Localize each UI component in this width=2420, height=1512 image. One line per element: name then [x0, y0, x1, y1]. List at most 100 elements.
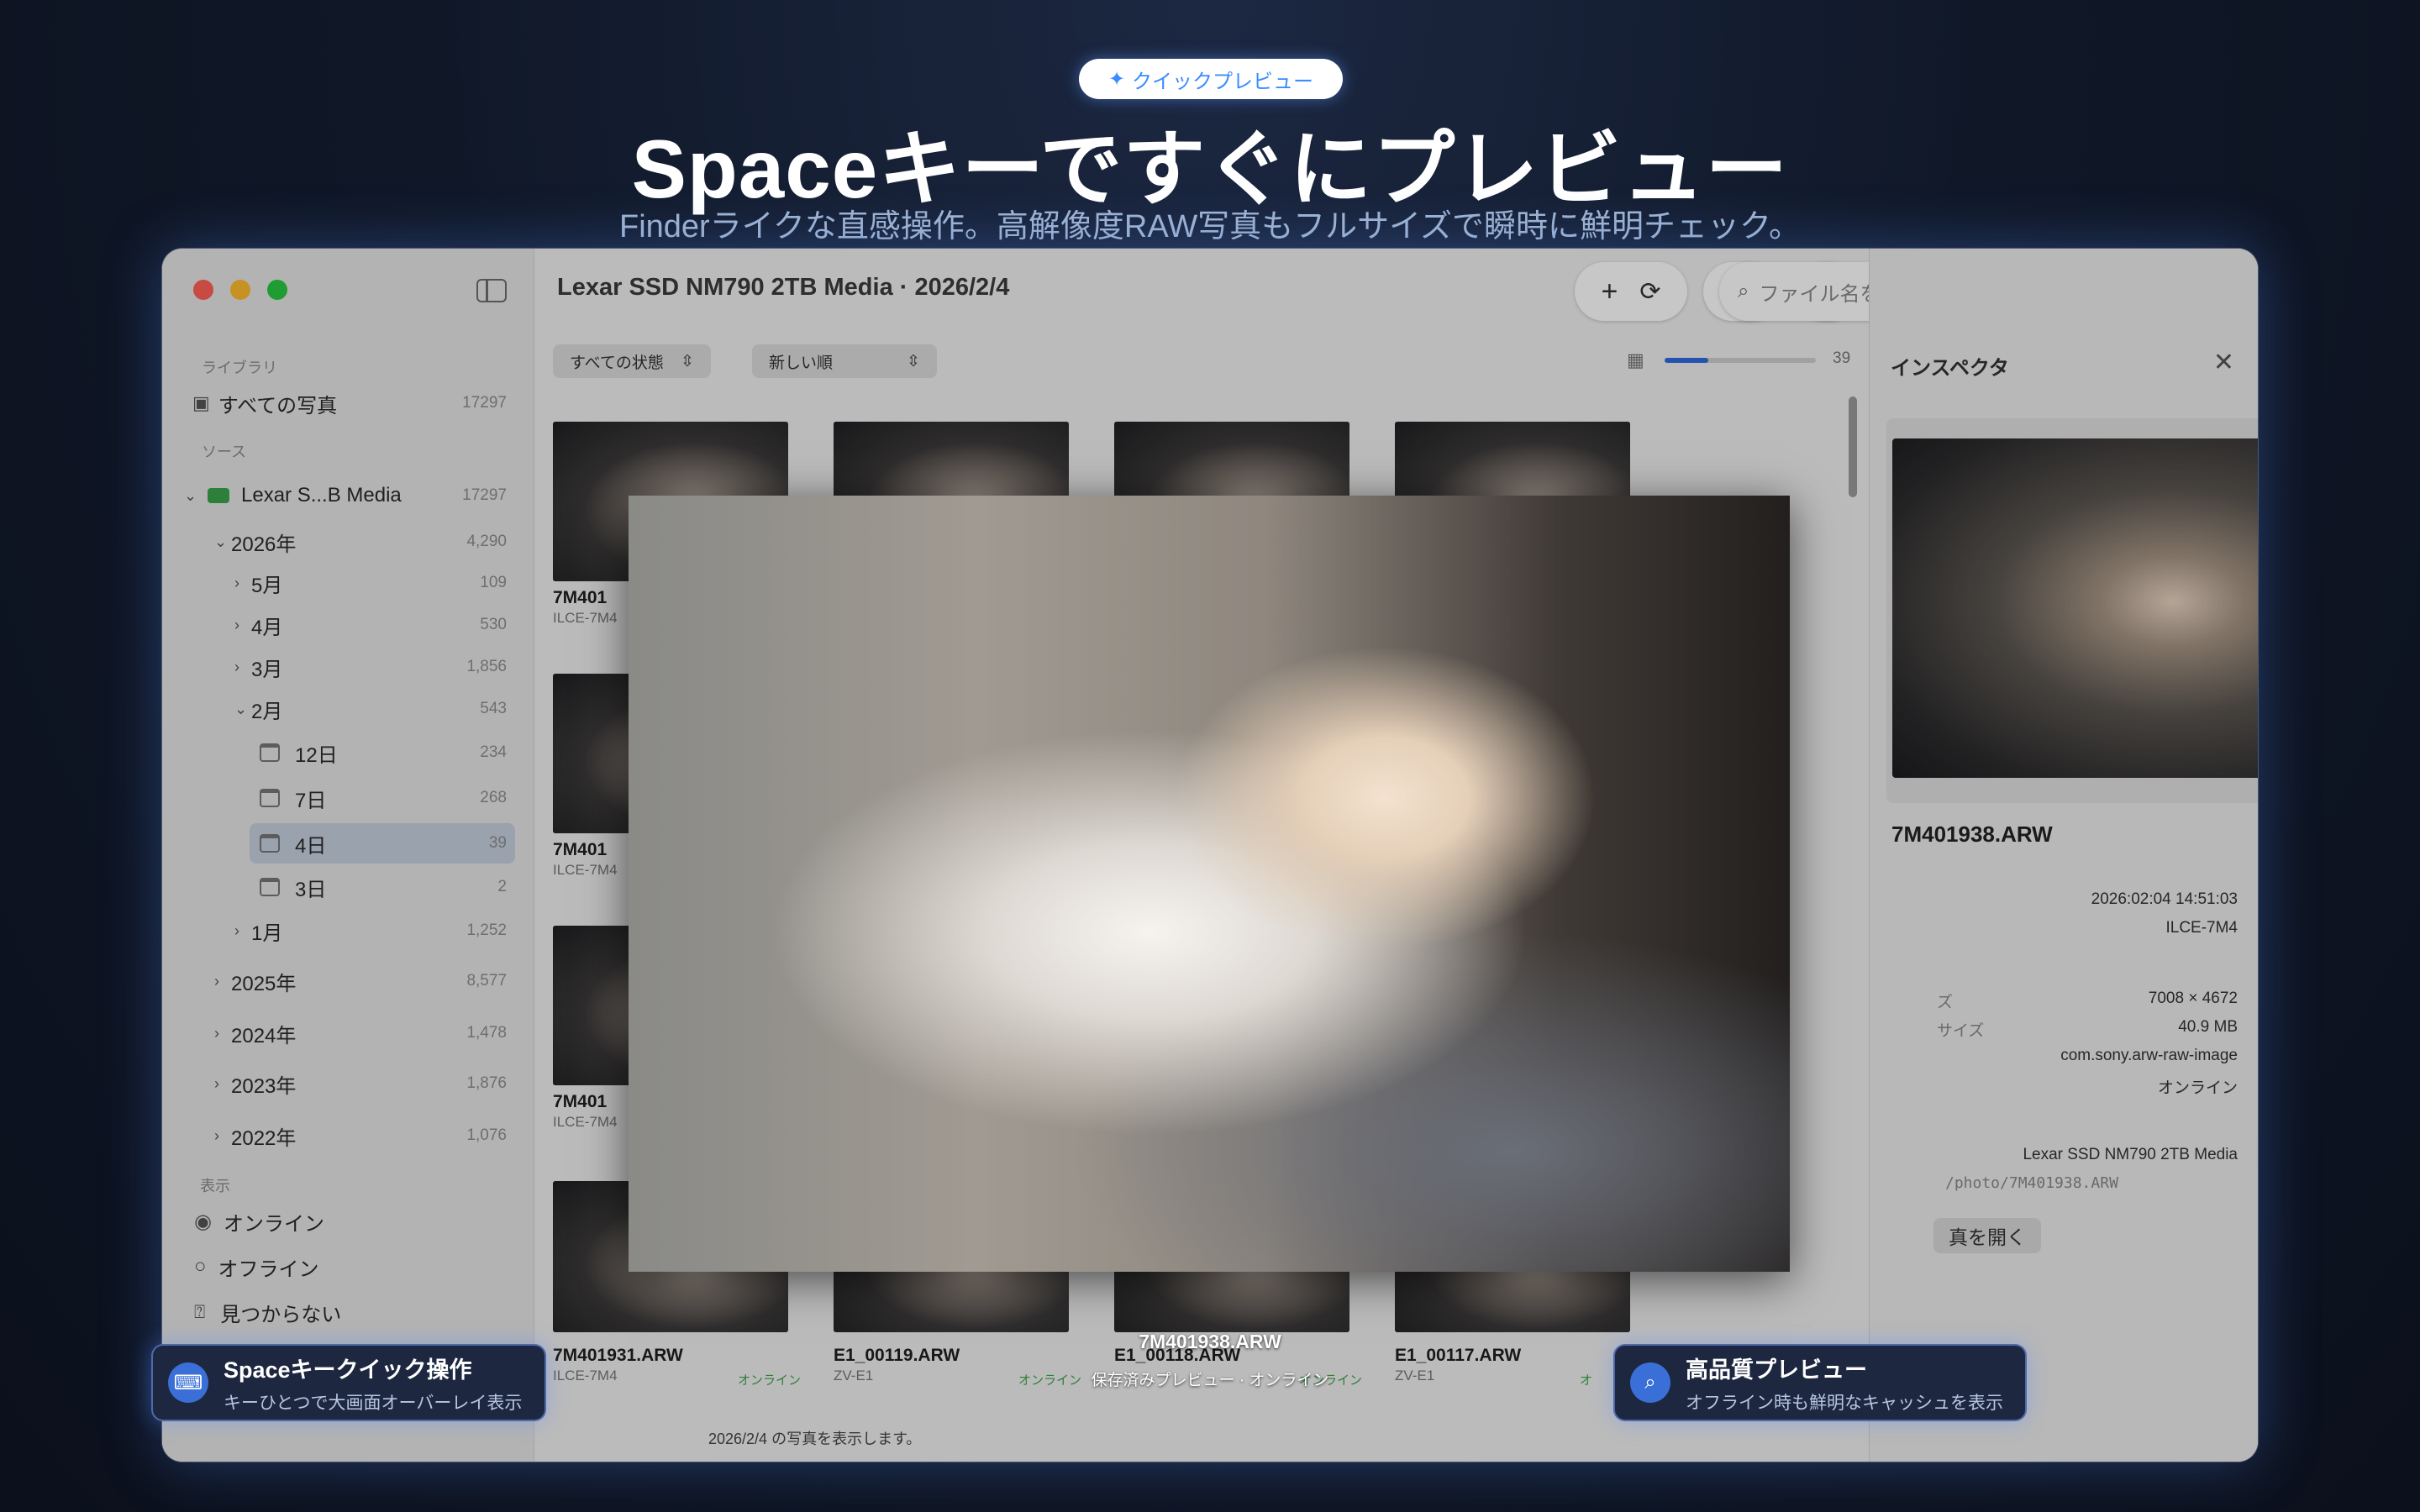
grid-icon: ▦	[1627, 349, 1644, 370]
status-online-badge: オ	[1580, 1373, 1593, 1388]
photo-filename: 7M401931.ARW	[553, 1346, 683, 1365]
sidebar-item-day-12[interactable]: 12日 234	[181, 732, 515, 773]
sidebar-item-day-3[interactable]: 3日 2	[181, 867, 515, 907]
chevron-right-icon: ›	[214, 972, 219, 990]
window-title: Lexar SSD NM790 2TB Media · 2026/2/4	[557, 274, 1010, 301]
sidebar-item-day-4[interactable]: 4日 39	[250, 823, 515, 864]
dimensions-label: ズ	[1937, 994, 1954, 1011]
sidebar-item-day-7[interactable]: 7日 268	[181, 778, 515, 818]
section-sources-label: ソース	[202, 444, 247, 460]
photo-filename: E1_00117.ARW	[1395, 1346, 1522, 1365]
chevron-right-icon: ›	[214, 1074, 219, 1092]
sidebar-item-year-2025[interactable]: › 2025年 8,577	[181, 961, 515, 1001]
refresh-icon[interactable]: ⟳	[1639, 277, 1660, 307]
inspector-uti: com.sony.arw-raw-image	[2060, 1047, 2238, 1064]
sidebar-item-month-3[interactable]: › 3月 1,856	[181, 647, 515, 687]
photo-camera: ILCE-7M4	[553, 1114, 618, 1130]
inspector-filename: 7M401938.ARW	[1891, 822, 2053, 847]
sidebar-item-month-4[interactable]: › 4月 530	[181, 605, 515, 645]
sparkle-icon: ✦	[1107, 67, 1126, 91]
inspector-filesize: 40.9 MB	[2178, 1018, 2238, 1036]
inspector-date: 2026:02:04 14:51:03	[2091, 890, 2238, 908]
inspector-volume: Lexar SSD NM790 2TB Media	[2023, 1146, 2238, 1163]
chevron-down-icon: ⌄	[184, 486, 197, 504]
quicklook-photo	[629, 496, 1790, 1272]
scrollbar[interactable]	[1849, 396, 1857, 497]
callout-space-key: ⌨ Spaceキークイック操作 キーひとつで大画面オーバーレイ表示	[151, 1344, 546, 1421]
sidebar-item-all-photos[interactable]: ▣ すべての写真 17297	[181, 383, 515, 423]
chevron-down-icon: ⌄	[214, 533, 228, 550]
calendar-icon	[260, 878, 280, 896]
status-online-badge: オンライン	[738, 1373, 802, 1388]
magnifier-icon: ⌕	[1630, 1362, 1670, 1403]
search-icon: ⌕	[1738, 280, 1749, 302]
calendar-icon	[260, 789, 280, 807]
chevron-right-icon: ›	[214, 1126, 219, 1144]
thumbnail-size-slider[interactable]	[1665, 358, 1816, 363]
filter-missing[interactable]: ⍰ 見つからない	[181, 1292, 515, 1332]
sidebar-toggle-icon[interactable]	[476, 279, 507, 302]
callout-hq-preview: ⌕ 高品質プレビュー オフライン時も鮮明なキャッシュを表示	[1613, 1344, 2027, 1421]
zoom-window-button[interactable]	[267, 280, 287, 300]
checkmark-circle-icon: ◉	[194, 1210, 212, 1233]
inspector-camera: ILCE-7M4	[2165, 919, 2238, 937]
sidebar: ライブラリ ▣ すべての写真 17297 ソース ⌄ Lexar S...B M…	[162, 249, 534, 1462]
state-filter-select[interactable]: すべての状態 ⇳	[553, 344, 711, 378]
hero-badge: ✦ クイックプレビュー	[1079, 59, 1343, 99]
photo-camera: ZV-E1	[834, 1368, 874, 1383]
open-photo-button[interactable]: 真を開く	[1933, 1218, 2041, 1253]
sidebar-item-month-2[interactable]: ⌄ 2月 543	[181, 689, 515, 729]
close-icon[interactable]: ✕	[2213, 348, 2234, 377]
minimize-window-button[interactable]	[230, 280, 250, 300]
filesize-label: サイズ	[1937, 1022, 1985, 1040]
inspector-panel: インスペクタ ✕ ✕ 7M401938.ARW 2026:02:04 14:51…	[1869, 249, 2258, 1462]
section-display-label: 表示	[200, 1178, 230, 1194]
status-bar: 2026/2/4 の写真を表示します。	[708, 1431, 922, 1447]
photo-camera: ZV-E1	[1395, 1368, 1435, 1383]
chevron-right-icon: ›	[234, 921, 239, 939]
close-window-button[interactable]	[193, 280, 213, 300]
drive-icon	[208, 488, 229, 503]
sidebar-item-month-5[interactable]: › 5月 109	[181, 563, 515, 603]
inspector-title: インスペクタ	[1891, 357, 2009, 380]
inspector-dimensions: 7008 × 4672	[2148, 990, 2238, 1007]
section-library-label: ライブラリ	[202, 360, 277, 376]
photo-filename: E1_00119.ARW	[834, 1346, 960, 1365]
filter-offline[interactable]: ○ オフライン	[181, 1247, 515, 1287]
photos-icon: ▣	[192, 392, 210, 413]
photo-camera: ILCE-7M4	[553, 862, 618, 878]
inspector-preview-image	[1892, 438, 2258, 778]
chevron-right-icon: ›	[234, 574, 239, 591]
sort-select[interactable]: 新しい順 ⇳	[752, 344, 937, 378]
keyboard-icon: ⌨	[168, 1362, 208, 1403]
updown-chevron-icon: ⇳	[681, 352, 694, 370]
sidebar-item-year-2026[interactable]: ⌄ 2026年 4,290	[181, 522, 515, 562]
photo-filename: 7M401	[553, 588, 608, 607]
sidebar-item-month-1[interactable]: › 1月 1,252	[181, 911, 515, 951]
photo-filename: 7M401	[553, 840, 608, 859]
photo-camera: ILCE-7M4	[553, 610, 618, 626]
chevron-right-icon: ›	[234, 616, 239, 633]
calendar-icon	[260, 743, 280, 762]
add-icon[interactable]: +	[1602, 276, 1618, 308]
inspector-path: /photo/7M401938.ARW	[1945, 1174, 2118, 1192]
filter-online[interactable]: ◉ オンライン	[181, 1201, 515, 1242]
sidebar-item-year-2023[interactable]: › 2023年 1,876	[181, 1063, 515, 1104]
question-icon: ⍰	[194, 1301, 206, 1322]
circle-icon: ○	[194, 1255, 207, 1278]
sidebar-item-source[interactable]: ⌄ Lexar S...B Media 17297	[181, 475, 515, 516]
calendar-icon	[260, 834, 280, 853]
photo-filename: 7M401	[553, 1092, 608, 1111]
quicklook-overlay[interactable]	[629, 496, 1790, 1272]
sidebar-item-year-2024[interactable]: › 2024年 1,478	[181, 1013, 515, 1053]
toolbar-group-actions: + ⟳	[1575, 262, 1687, 321]
inspector-state: オンライン	[2157, 1079, 2238, 1097]
chevron-right-icon: ›	[214, 1024, 219, 1042]
photo-camera: ILCE-7M4	[553, 1368, 618, 1383]
quicklook-subtitle: 保存済みプレビュー · オンライン	[1091, 1372, 1329, 1389]
sidebar-item-year-2022[interactable]: › 2022年 1,076	[181, 1116, 515, 1156]
hero-subtitle: Finderライクな直感操作。高解像度RAW写真もフルサイズで瞬時に鮮明チェック…	[618, 209, 1802, 244]
chevron-right-icon: ›	[234, 658, 239, 675]
updown-chevron-icon: ⇳	[907, 352, 920, 370]
quicklook-filename: 7M401938.ARW	[1139, 1331, 1281, 1352]
